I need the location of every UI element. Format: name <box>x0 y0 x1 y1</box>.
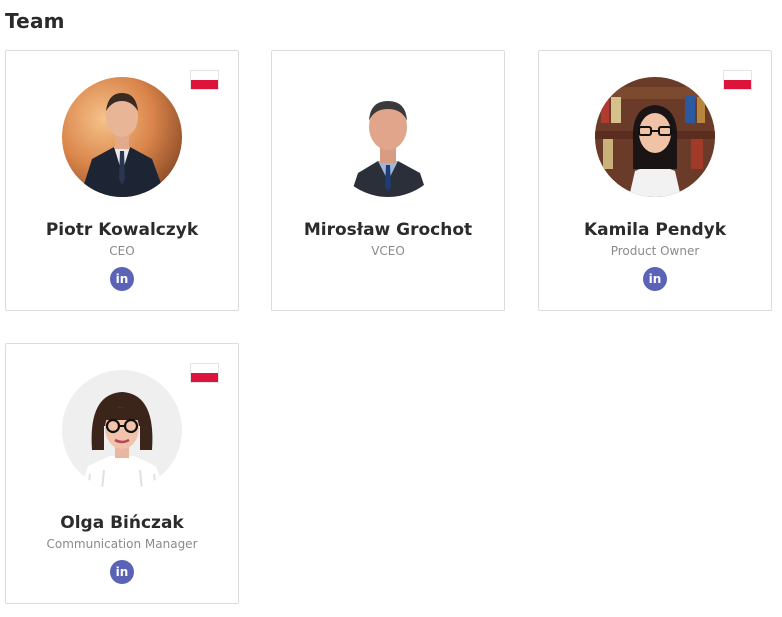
linkedin-icon[interactable]: in <box>110 560 134 584</box>
avatar <box>595 77 715 197</box>
team-page: Team Piotr Kowalczyk CEO in Mirosław Gro… <box>0 0 782 617</box>
member-name: Piotr Kowalczyk <box>45 220 199 240</box>
member-name: Mirosław Grochot <box>303 220 473 240</box>
member-role: CEO <box>109 244 135 258</box>
team-member-card: Piotr Kowalczyk CEO in <box>5 50 239 311</box>
linkedin-icon[interactable]: in <box>110 267 134 291</box>
member-role: Communication Manager <box>46 537 198 551</box>
member-name: Kamila Pendyk <box>583 220 727 240</box>
avatar <box>328 77 448 197</box>
member-name: Olga Bińczak <box>60 513 184 533</box>
member-role: Product Owner <box>610 244 700 258</box>
member-role: VCEO <box>371 244 405 258</box>
team-member-card: Olga Bińczak Communication Manager in <box>5 343 239 604</box>
poland-flag-icon <box>191 71 218 89</box>
avatar <box>62 77 182 197</box>
poland-flag-icon <box>191 364 218 382</box>
team-member-card: Kamila Pendyk Product Owner in <box>538 50 772 311</box>
team-member-card: Mirosław Grochot VCEO <box>271 50 505 311</box>
poland-flag-icon <box>724 71 751 89</box>
linkedin-icon[interactable]: in <box>643 267 667 291</box>
team-grid: Piotr Kowalczyk CEO in Mirosław Grochot … <box>5 50 775 610</box>
avatar <box>62 370 182 490</box>
section-title: Team <box>5 9 65 33</box>
